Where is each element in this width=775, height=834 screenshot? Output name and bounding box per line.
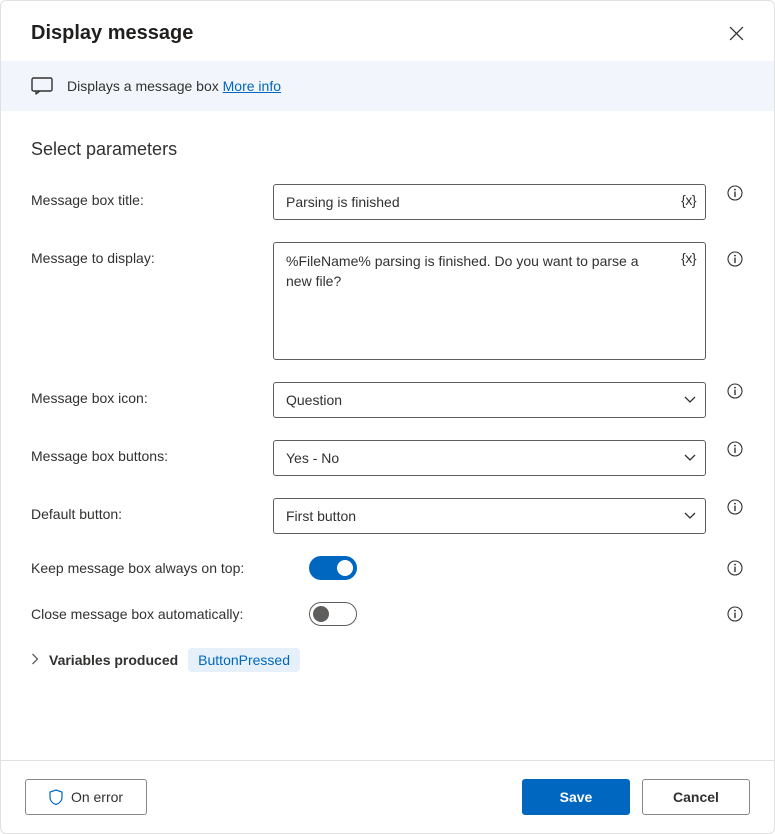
shield-icon — [49, 789, 63, 805]
dialog-title: Display message — [31, 22, 193, 45]
message-box-icon — [31, 77, 53, 95]
close-button[interactable] — [722, 19, 750, 47]
default-help[interactable] — [726, 498, 744, 516]
default-select-label: Default button: — [31, 498, 263, 522]
insert-variable-button[interactable]: {x} — [681, 192, 696, 208]
message-help[interactable] — [726, 250, 744, 268]
title-help[interactable] — [726, 184, 744, 202]
message-input[interactable] — [273, 242, 706, 360]
info-icon — [727, 185, 743, 201]
info-icon — [727, 560, 743, 576]
banner-description: Displays a message box — [67, 78, 219, 94]
buttons-select[interactable]: Yes - No — [273, 440, 706, 476]
variable-chip[interactable]: ButtonPressed — [188, 648, 300, 672]
section-title: Select parameters — [31, 139, 744, 160]
default-select-value: First button — [286, 508, 356, 524]
info-banner: Displays a message box More info — [1, 61, 774, 111]
title-input[interactable] — [273, 184, 706, 220]
toggle-knob — [313, 606, 329, 622]
parameters-section: Select parameters Message box title: {x}… — [1, 111, 774, 760]
icon-select[interactable]: Question — [273, 382, 706, 418]
variables-produced-label: Variables produced — [49, 652, 178, 668]
autoclose-label: Close message box automatically: — [31, 606, 299, 622]
info-icon — [727, 606, 743, 622]
title-label: Message box title: — [31, 184, 263, 208]
cancel-button[interactable]: Cancel — [642, 779, 750, 815]
variables-expand[interactable] — [31, 652, 39, 668]
autoclose-help[interactable] — [726, 605, 744, 623]
message-label: Message to display: — [31, 242, 263, 266]
more-info-link[interactable]: More info — [223, 78, 281, 94]
autoclose-toggle[interactable] — [309, 602, 357, 626]
ontop-toggle[interactable] — [309, 556, 357, 580]
dialog-footer: On error Save Cancel — [1, 760, 774, 833]
ontop-label: Keep message box always on top: — [31, 560, 299, 576]
info-icon — [727, 383, 743, 399]
display-message-dialog: Display message Displays a message box M… — [0, 0, 775, 834]
ontop-help[interactable] — [726, 559, 744, 577]
buttons-select-label: Message box buttons: — [31, 440, 263, 464]
on-error-button[interactable]: On error — [25, 779, 147, 815]
buttons-select-value: Yes - No — [286, 450, 339, 466]
icon-select-label: Message box icon: — [31, 382, 263, 406]
chevron-right-icon — [31, 653, 39, 665]
default-select[interactable]: First button — [273, 498, 706, 534]
close-icon — [729, 26, 744, 41]
save-button[interactable]: Save — [522, 779, 630, 815]
info-icon — [727, 499, 743, 515]
buttons-help[interactable] — [726, 440, 744, 458]
on-error-label: On error — [71, 789, 123, 805]
info-icon — [727, 441, 743, 457]
variables-produced-row: Variables produced ButtonPressed — [31, 648, 744, 672]
icon-help[interactable] — [726, 382, 744, 400]
icon-select-value: Question — [286, 392, 342, 408]
info-icon — [727, 251, 743, 267]
toggle-knob — [337, 560, 353, 576]
banner-text: Displays a message box More info — [67, 78, 281, 94]
titlebar: Display message — [1, 1, 774, 61]
insert-variable-button[interactable]: {x} — [681, 250, 696, 266]
